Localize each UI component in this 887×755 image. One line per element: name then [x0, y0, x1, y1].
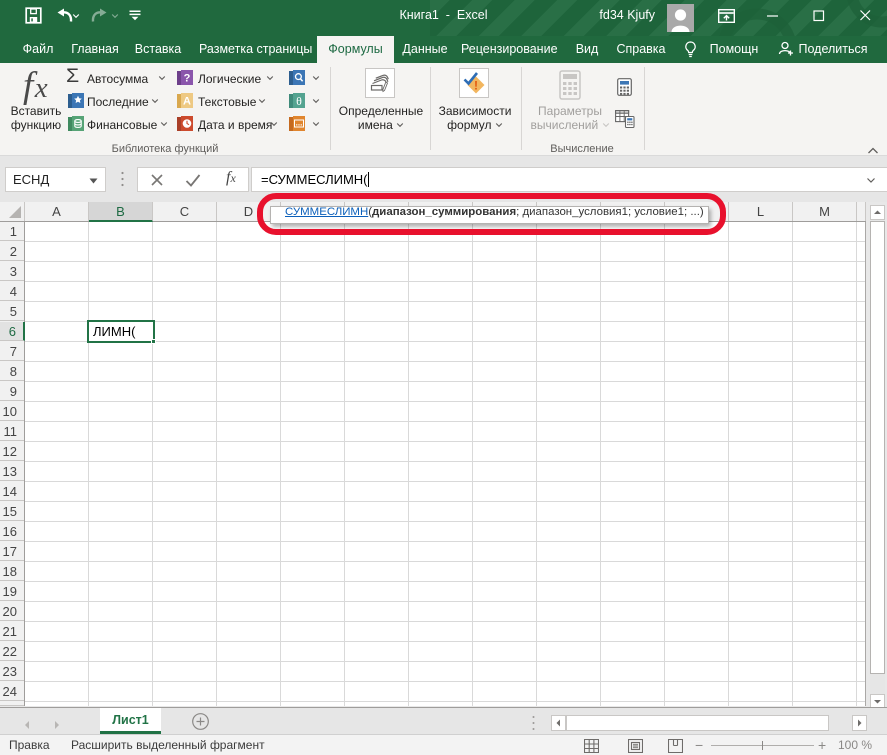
svg-text:!: !: [474, 78, 478, 92]
svg-text:?: ?: [184, 73, 191, 85]
svg-text:...: ...: [296, 118, 303, 127]
svg-text:θ: θ: [296, 94, 302, 108]
svg-text:A: A: [183, 96, 191, 108]
